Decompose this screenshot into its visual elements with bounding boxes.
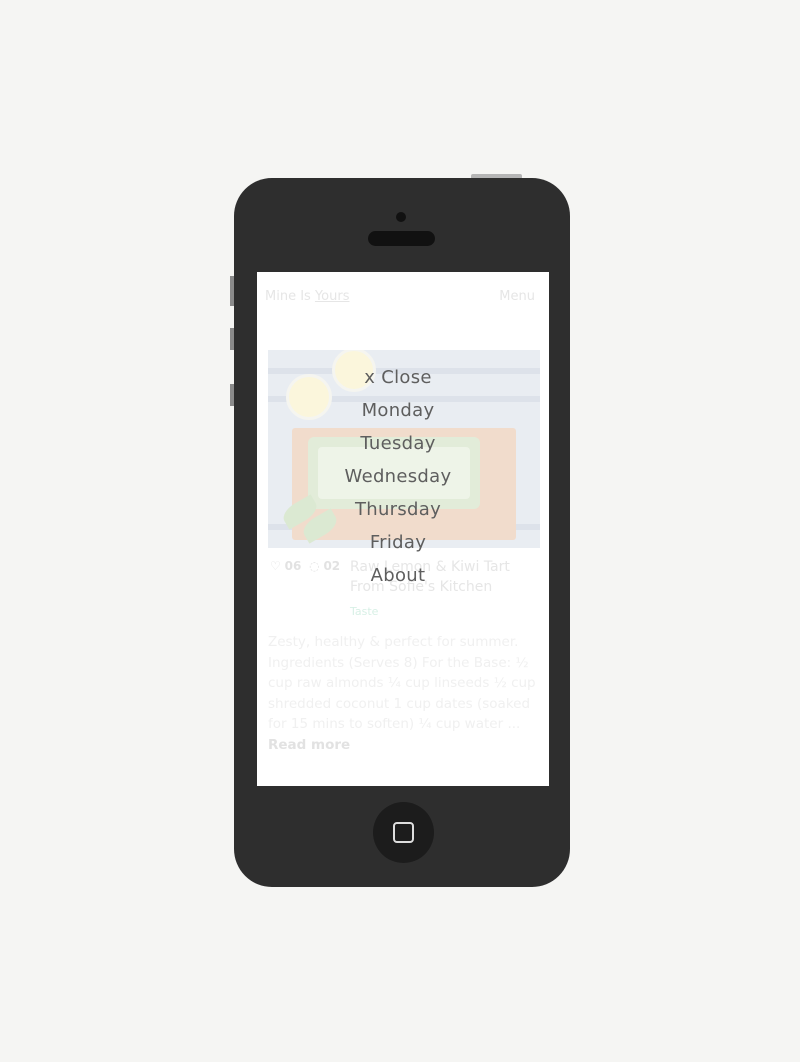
phone-frame: Mine Is Yours Menu ♡ 06 ◌ 02 Raw Lemon &… (234, 178, 570, 887)
phone-screen: Mine Is Yours Menu ♡ 06 ◌ 02 Raw Lemon &… (257, 272, 549, 786)
brand-prefix: Mine Is (265, 289, 315, 304)
menu-item-thursday[interactable]: Thursday (257, 493, 539, 526)
post-excerpt: Zesty, healthy & perfect for summer. Ing… (268, 632, 540, 755)
overlay-menu: x Close Monday Tuesday Wednesday Thursda… (257, 361, 539, 592)
post-tag[interactable]: Taste (350, 605, 378, 618)
read-more-link[interactable]: Read more (268, 737, 350, 753)
menu-item-monday[interactable]: Monday (257, 394, 539, 427)
brand-link[interactable]: Yours (315, 289, 350, 304)
home-square-icon (393, 822, 414, 843)
menu-link[interactable]: Menu (499, 289, 535, 304)
menu-close-button[interactable]: x Close (257, 361, 539, 394)
menu-item-friday[interactable]: Friday (257, 526, 539, 559)
menu-item-wednesday[interactable]: Wednesday (257, 460, 539, 493)
phone-speaker (368, 231, 435, 246)
excerpt-text: Zesty, healthy & perfect for summer. Ing… (268, 634, 536, 732)
phone-camera (396, 212, 406, 222)
site-brand[interactable]: Mine Is Yours (265, 289, 349, 304)
menu-item-about[interactable]: About (257, 559, 539, 592)
phone-home-button[interactable] (373, 802, 434, 863)
menu-item-tuesday[interactable]: Tuesday (257, 427, 539, 460)
